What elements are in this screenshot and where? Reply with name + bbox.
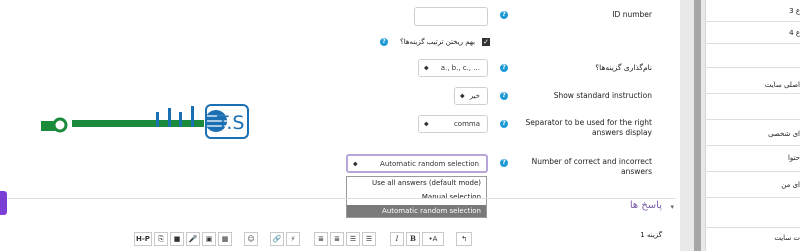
video-icon[interactable]: ■ [170, 232, 184, 246]
sidebar-item[interactable]: ای شخصی [705, 120, 800, 146]
left-edge-tab [0, 191, 7, 215]
show-instruction-help-icon[interactable]: ? [500, 92, 508, 100]
sidebar-item[interactable]: ع 3 [705, 0, 800, 22]
html-source-button[interactable]: H-P [134, 232, 152, 246]
sidebar-item[interactable]: ت سایت [705, 228, 800, 251]
id-number-label: ID number [612, 10, 652, 19]
numbering-value: a., b., c., ... [440, 64, 480, 72]
text-style-button[interactable]: •A [422, 232, 444, 246]
answers-section-header[interactable]: پاسخ ها ▾ [618, 200, 676, 214]
id-number-input[interactable] [414, 7, 488, 26]
unlink-icon[interactable]: ⚡ [286, 232, 300, 246]
select-arrow-icon: ◆ [424, 120, 429, 128]
separator-select[interactable]: ◆ comma [418, 115, 488, 133]
show-instruction-value: خیر [469, 92, 480, 100]
show-instruction-select[interactable]: ◆ خیر [454, 87, 488, 105]
indent-icon[interactable]: ≣ [314, 232, 328, 246]
separator-label: Separator to be used for the right answe… [525, 118, 652, 137]
numbered-list-icon[interactable]: ☰ [346, 232, 360, 246]
correct-count-select[interactable]: ◆ Automatic random selection [346, 154, 488, 173]
numbering-label: نام‌گذاری گزینه‌ها؟ [595, 63, 652, 72]
link-icon[interactable]: 🔗 [270, 232, 284, 246]
numbering-help-icon[interactable]: ? [500, 64, 508, 72]
site-logo: T.S [36, 102, 251, 142]
id-number-help-icon[interactable]: ? [500, 11, 508, 19]
copy-icon[interactable]: ⎘ [154, 232, 168, 246]
sidebar-item[interactable] [705, 198, 800, 228]
logo-mark: T.S [216, 112, 244, 134]
choice-label: گزینه 1 [640, 231, 662, 239]
numbering-select[interactable]: ◆ a., b., c., ... [418, 59, 488, 77]
bold-button[interactable]: B [406, 232, 420, 246]
shuffle-help-icon[interactable]: ? [380, 38, 388, 46]
collapse-chevron-icon: ▾ [670, 203, 674, 211]
dropdown-option[interactable]: Use all answers (default mode) [347, 177, 486, 190]
scrollbar-thumb[interactable] [694, 0, 701, 251]
shuffle-row: ? بهم ریختن ترتیب گزینه‌ها؟ ✓ [380, 37, 490, 47]
select-arrow-icon: ◆ [460, 92, 465, 100]
answers-title: پاسخ ها [629, 200, 662, 211]
sidebar-item[interactable]: ای من [705, 172, 800, 198]
italic-button[interactable]: I [390, 232, 404, 246]
dropdown-option-selected[interactable]: Automatic random selection [347, 205, 486, 217]
sidebar-item[interactable] [705, 44, 800, 68]
scrollbar-track[interactable] [680, 0, 705, 251]
editor-toolbar: H-P ⎘ ■ 🎤 ▣ ▩ ☺ 🔗 ⚡ ≣ ≣ ☰ ☰ I B •A ↰ [134, 232, 486, 246]
correct-count-value: Automatic random selection [380, 159, 479, 168]
correct-count-dropdown: Use all answers (default mode) Manual se… [346, 176, 487, 218]
separator-value: comma [453, 120, 480, 128]
sidebar-item[interactable]: حتوا [705, 146, 800, 172]
correct-count-help-icon[interactable]: ? [500, 159, 508, 167]
microphone-icon[interactable]: 🎤 [186, 232, 200, 246]
select-arrow-icon: ◆ [353, 160, 358, 167]
sidebar-item[interactable]: ع 4 [705, 22, 800, 44]
answers-divider [8, 198, 676, 199]
correct-count-label: Number of correct and incorrect answers [531, 157, 652, 176]
sidebar-item[interactable]: اصلی سایت [705, 68, 800, 94]
shuffle-checkbox[interactable]: ✓ [482, 38, 490, 46]
select-arrow-icon: ◆ [424, 64, 429, 72]
shuffle-label: بهم ریختن ترتیب گزینه‌ها؟ [400, 38, 476, 46]
media-icon[interactable]: ▣ [202, 232, 216, 246]
sidebar-panel: ع 3 ع 4 اصلی سایت ای شخصی حتوا ای من ت س… [705, 0, 800, 251]
bullet-list-icon[interactable]: ☰ [362, 232, 376, 246]
emoji-icon[interactable]: ☺ [244, 232, 258, 246]
sidebar-item[interactable] [705, 94, 800, 120]
toolbar-toggle-icon[interactable]: ↰ [456, 232, 472, 246]
image-icon[interactable]: ▩ [218, 232, 232, 246]
separator-help-icon[interactable]: ? [500, 120, 508, 128]
show-instruction-label: Show standard instruction [553, 91, 652, 100]
outdent-icon[interactable]: ≣ [330, 232, 344, 246]
